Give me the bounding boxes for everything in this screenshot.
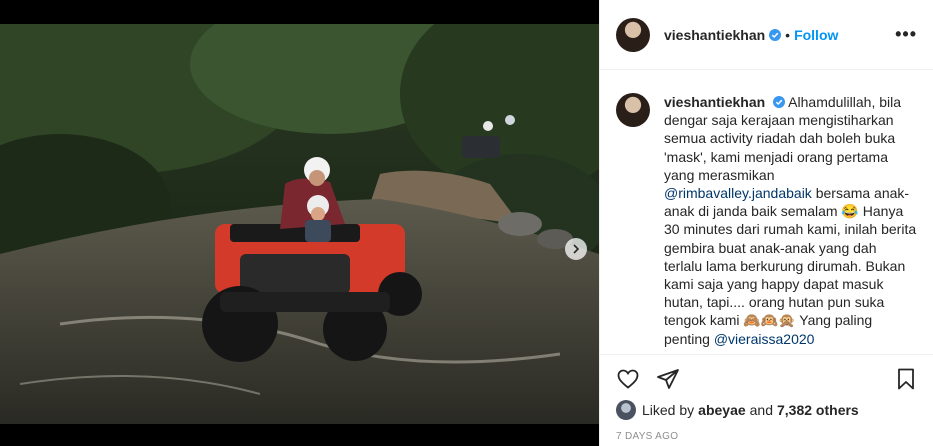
mention-link-rimbavalley[interactable]: @rimbavalley.jandabaik bbox=[664, 185, 812, 201]
liker-avatar[interactable] bbox=[616, 400, 636, 420]
post-modal: vieshantiekhan • Follow ••• vieshantiekh… bbox=[0, 0, 933, 446]
author-avatar[interactable] bbox=[616, 17, 650, 52]
post-header: vieshantiekhan • Follow ••• bbox=[600, 0, 933, 70]
follow-button[interactable]: Follow bbox=[794, 27, 838, 43]
header-separator: • bbox=[785, 26, 791, 43]
likes-count[interactable]: 7,382 others bbox=[777, 402, 859, 418]
share-icon[interactable] bbox=[656, 367, 680, 391]
atv-forest-photo bbox=[0, 24, 599, 424]
next-image-button[interactable] bbox=[565, 238, 587, 260]
post-side-panel: vieshantiekhan • Follow ••• vieshantiekh… bbox=[599, 0, 933, 446]
mention-link-vieraissa[interactable]: @vieraissa2020 bbox=[714, 331, 815, 347]
post-photo[interactable] bbox=[0, 24, 599, 424]
chevron-right-icon bbox=[573, 244, 580, 254]
action-bar bbox=[600, 354, 933, 402]
liker-username[interactable]: abeyae bbox=[698, 402, 745, 418]
caption-author-avatar[interactable] bbox=[616, 93, 650, 127]
likes-summary: Liked by abeyae and 7,382 others bbox=[616, 400, 859, 420]
author-username[interactable]: vieshantiekhan bbox=[664, 27, 765, 43]
bookmark-icon[interactable] bbox=[894, 367, 918, 391]
caption-block: vieshantiekhan Alhamdulillah, bila denga… bbox=[600, 71, 933, 354]
caption-body-2: bersama anak-anak di janda baik semalam … bbox=[664, 185, 917, 347]
post-timestamp[interactable]: 7 DAYS AGO bbox=[616, 431, 678, 442]
verified-badge-icon bbox=[773, 96, 786, 108]
likes-prefix: Liked by bbox=[642, 402, 695, 418]
heart-icon[interactable] bbox=[616, 367, 640, 391]
verified-badge-icon bbox=[769, 28, 782, 41]
caption-text: vieshantiekhan Alhamdulillah, bila denga… bbox=[664, 93, 918, 354]
likes-and: and bbox=[749, 402, 773, 418]
more-options-button[interactable]: ••• bbox=[895, 24, 917, 45]
caption-username[interactable]: vieshantiekhan bbox=[664, 94, 765, 110]
